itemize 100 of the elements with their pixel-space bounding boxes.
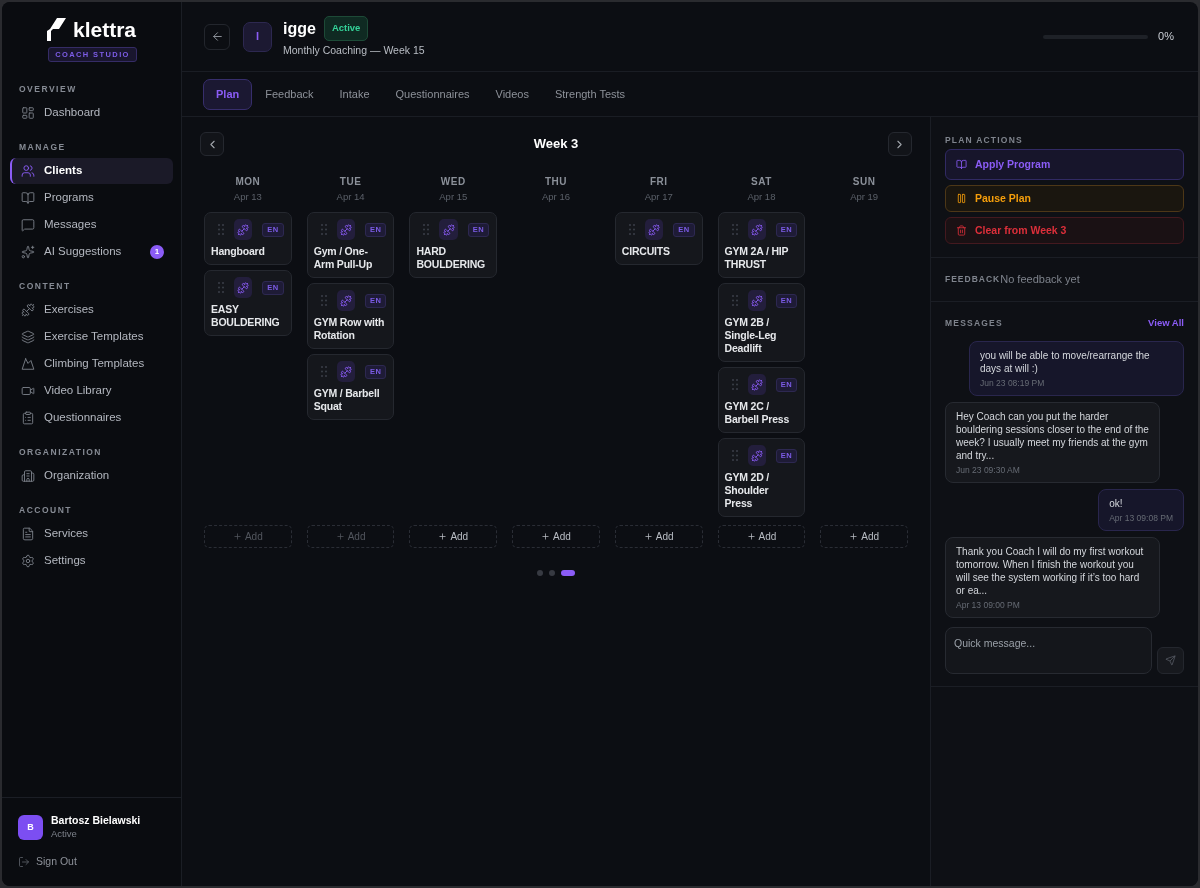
paper-plane-icon: [1165, 655, 1176, 666]
drag-handle-icon[interactable]: [731, 224, 738, 235]
message-time: Apr 13 09:08 PM: [1109, 513, 1173, 524]
building-icon: [21, 469, 35, 483]
dumbbell-icon: [336, 290, 355, 311]
drag-handle-icon[interactable]: [423, 224, 430, 235]
open-book-icon: [21, 191, 35, 205]
add-workout-button[interactable]: Add: [820, 525, 908, 548]
sidebar-nav-item[interactable]: Questionnaires: [10, 405, 173, 431]
sidebar-nav-item[interactable]: Messages: [10, 212, 173, 238]
sparkles-icon: [21, 245, 35, 259]
tab[interactable]: Questionnaires: [382, 78, 483, 110]
drag-handle-icon[interactable]: [731, 450, 738, 461]
plan-action-button[interactable]: Clear from Week 3: [945, 217, 1184, 244]
date-label: Apr 14: [335, 191, 366, 203]
date-label: Apr 15: [438, 191, 469, 203]
drag-handle-icon[interactable]: [628, 224, 635, 235]
plus-icon: [541, 532, 551, 541]
add-workout-button[interactable]: Add: [409, 525, 498, 548]
arrow-left-icon: [210, 30, 224, 43]
users-icon: [21, 164, 35, 178]
plan-action-button[interactable]: Pause Plan: [945, 185, 1184, 212]
sidebar-nav-item[interactable]: Dashboard: [10, 100, 173, 126]
workout-title: CIRCUITS: [621, 245, 671, 258]
section-heading: PLAN ACTIONS: [945, 134, 1024, 146]
document-icon: [21, 527, 35, 541]
workout-title: GYM 2D / Shoulder Press: [724, 471, 771, 510]
plus-icon: [335, 532, 345, 541]
workout-title: GYM 2C / Barbell Press: [724, 400, 791, 426]
drag-handle-icon[interactable]: [218, 282, 224, 293]
add-workout-button[interactable]: Add: [512, 525, 600, 548]
plus-icon: [438, 532, 448, 541]
user-status: Active: [51, 828, 78, 841]
sidebar-nav-item[interactable]: Clients: [10, 158, 173, 184]
sign-out-button[interactable]: Sign Out: [18, 854, 77, 870]
section-heading: ORGANIZATION: [18, 446, 103, 458]
tab[interactable]: Plan: [203, 78, 253, 110]
previous-week-button[interactable]: [200, 132, 224, 156]
sidebar-nav-item[interactable]: Climbing Templates: [10, 351, 173, 377]
weekday-label: SUN: [851, 176, 877, 188]
logo-mark-icon: [47, 18, 66, 41]
add-workout-button[interactable]: Add: [614, 525, 703, 548]
week-title: Week 3: [533, 135, 579, 154]
plus-icon: [232, 532, 242, 541]
drag-handle-icon[interactable]: [731, 295, 738, 306]
dumbbell-icon: [336, 361, 355, 382]
section-heading: CONTENT: [18, 280, 72, 292]
client-name: igge: [283, 18, 316, 39]
drag-handle-icon[interactable]: [320, 224, 327, 235]
plan-action-button[interactable]: Apply Program: [945, 149, 1184, 180]
dumbbell-icon: [234, 219, 253, 240]
sidebar-nav-item[interactable]: Exercise Templates: [10, 324, 173, 350]
section-heading: ACCOUNT: [18, 504, 73, 516]
sidebar-nav-item[interactable]: Video Library: [10, 378, 173, 404]
sidebar-nav-item[interactable]: AI Suggestions 1: [10, 239, 173, 265]
date-label: Apr 17: [643, 191, 674, 203]
tab[interactable]: Feedback: [252, 78, 327, 110]
dumbbell-icon: [336, 219, 355, 240]
drag-handle-icon[interactable]: [320, 366, 327, 377]
workout-title: HARD BOULDERING: [416, 245, 486, 271]
open-book-icon: [956, 159, 967, 170]
workout-title: Gym / One-Arm Pull-Up: [313, 245, 374, 271]
sidebar-nav-item[interactable]: Organization: [10, 463, 173, 489]
sidebar-nav-item[interactable]: Programs: [10, 185, 173, 211]
section-heading: MESSAGES: [945, 316, 1003, 330]
drag-handle-icon[interactable]: [218, 224, 224, 235]
mountain-icon: [21, 357, 35, 371]
weekday-label: THU: [543, 176, 568, 188]
tab[interactable]: Videos: [482, 78, 542, 110]
drag-handle-icon[interactable]: [731, 379, 738, 390]
plan-subtitle: Monthly Coaching — Week 15: [283, 44, 425, 57]
message-input[interactable]: Quick message...: [945, 627, 1152, 674]
sidebar-nav-item[interactable]: Settings: [10, 548, 173, 574]
sidebar-nav-item[interactable]: Exercises: [10, 297, 173, 323]
speech-bubble-icon: [21, 218, 35, 232]
message-text: Hey Coach can you put the harder bouldering sessions closer to the end of the week? I usually meet my friends at the gym and try...: [956, 410, 1149, 462]
clipboard-icon: [21, 411, 35, 425]
back-button[interactable]: [204, 23, 230, 50]
settings-icon: [21, 554, 35, 568]
weekday-label: FRI: [648, 176, 669, 188]
pause-icon: [956, 193, 967, 204]
section-heading: FEEDBACK: [945, 273, 1001, 286]
dumbbell-icon: [234, 277, 253, 298]
tab[interactable]: Strength Tests: [541, 78, 639, 110]
view-all-link[interactable]: View All: [1148, 315, 1184, 331]
client-avatar: I: [243, 21, 272, 52]
next-week-button[interactable]: [888, 132, 912, 156]
status-badge: Active: [323, 16, 369, 41]
workout-title: GYM Row with Rotation: [313, 316, 386, 342]
plus-icon: [643, 532, 653, 541]
layers-icon: [21, 330, 35, 344]
tab[interactable]: Intake: [326, 78, 383, 110]
drag-handle-icon[interactable]: [320, 295, 327, 306]
add-workout-button[interactable]: Add: [717, 525, 806, 548]
user-name: Bartosz Bielawski: [51, 814, 141, 828]
dumbbell-icon: [747, 219, 766, 240]
send-button[interactable]: [1157, 647, 1184, 674]
weekday-label: WED: [439, 176, 467, 188]
workout-title: Hangboard: [211, 245, 266, 258]
sidebar-nav-item[interactable]: Services: [10, 521, 173, 547]
